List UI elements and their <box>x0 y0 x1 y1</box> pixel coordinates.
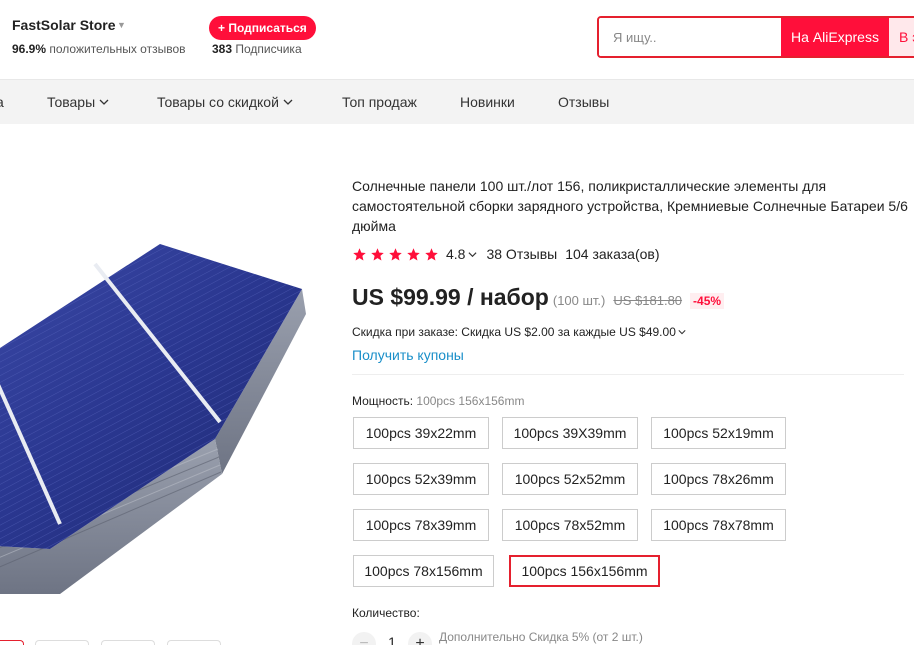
power-selected: 100pcs 156x156mm <box>416 394 525 408</box>
power-label-text: Мощность: <box>352 394 414 408</box>
size-option[interactable]: 100pcs 52x19mm <box>651 417 786 449</box>
solar-cell-illustration <box>0 244 306 594</box>
star-icon <box>389 247 402 260</box>
size-option[interactable]: 100pcs 78x52mm <box>502 509 638 541</box>
rating-row: 4.8 38 Отзывы 104 заказа(ов) <box>352 244 660 264</box>
price-unit: (100 шт.) <box>552 293 606 308</box>
price: US $99.99 / набор <box>352 284 549 310</box>
chevron-down-icon[interactable] <box>468 250 477 259</box>
quantity-discount-note: Дополнительно Скидка 5% (от 2 шт.) <box>439 630 643 644</box>
price-row: US $99.99 / набор (100 шт.) US $181.80 -… <box>352 284 725 314</box>
nav-item-discounted[interactable]: Товары со скидкой <box>157 80 293 124</box>
store-rating-percent: 96.9% <box>12 42 47 56</box>
subscribers-count: 383 Подписчика <box>212 42 302 56</box>
nav-item-top-sales[interactable]: Топ продаж <box>342 80 417 124</box>
size-option[interactable]: 100pcs 78x78mm <box>651 509 786 541</box>
nav-item-label: а <box>0 94 4 110</box>
thumbnail[interactable] <box>35 640 89 645</box>
store-nav: а Товары Товары со скидкой Топ продаж Но… <box>0 80 914 124</box>
size-option[interactable]: 100pcs 78x156mm <box>353 555 494 587</box>
subscribe-button[interactable]: + Подписаться <box>209 16 316 40</box>
store-rating-text: положительных отзывов <box>49 42 186 56</box>
size-option[interactable]: 100pcs 39x22mm <box>353 417 489 449</box>
star-icon <box>425 247 438 260</box>
subscribers-number: 383 <box>212 42 233 56</box>
chevron-down-icon <box>678 330 686 335</box>
size-option[interactable]: 100pcs 39X39mm <box>502 417 638 449</box>
discount-badge: -45% <box>690 293 725 309</box>
nav-item-label: Товары со скидкой <box>157 94 279 110</box>
nav-item-label: Отзывы <box>558 94 610 110</box>
size-option-selected[interactable]: 100pcs 156x156mm <box>509 555 660 587</box>
quantity-input[interactable]: 1 <box>384 634 400 645</box>
chevron-down-icon[interactable]: ▼ <box>117 20 126 30</box>
nav-item-reviews[interactable]: Отзывы <box>558 80 609 124</box>
chevron-down-icon <box>99 99 109 105</box>
search-aliexpress-button[interactable]: На AliExpress <box>781 18 889 56</box>
store-rating: 96.9% положительных отзывов <box>12 42 186 56</box>
search-box: На AliExpress В этом магазине <box>597 16 914 58</box>
nav-item-home[interactable]: а <box>0 80 4 124</box>
quantity-decrease-button[interactable]: − <box>352 632 376 645</box>
chevron-down-icon <box>283 99 293 105</box>
size-option[interactable]: 100pcs 78x26mm <box>651 463 786 495</box>
thumbnail[interactable] <box>167 640 221 645</box>
divider <box>352 374 904 375</box>
rating-stars <box>352 247 439 262</box>
star-icon <box>407 247 420 260</box>
nav-item-new[interactable]: Новинки <box>460 80 515 124</box>
nav-item-products[interactable]: Товары <box>47 80 109 124</box>
thumbnail[interactable] <box>0 640 24 645</box>
star-icon <box>371 247 384 260</box>
nav-item-label: Топ продаж <box>342 94 417 110</box>
search-store-button[interactable]: В этом магазине <box>889 18 914 56</box>
size-option[interactable]: 100pcs 52x39mm <box>353 463 489 495</box>
store-header: FastSolar Store ▼ 96.9% положительных от… <box>0 0 914 80</box>
size-option[interactable]: 100pcs 78x39mm <box>353 509 489 541</box>
thumbnail[interactable] <box>101 640 155 645</box>
order-discount[interactable]: Скидка при заказе: Скидка US $2.00 за ка… <box>352 325 686 339</box>
nav-item-label: Товары <box>47 94 96 110</box>
old-price: US $181.80 <box>613 293 683 308</box>
product-title: Солнечные панели 100 шт./лот 156, поликр… <box>352 178 908 234</box>
nav-item-label: Новинки <box>460 94 515 110</box>
size-option[interactable]: 100pcs 52x52mm <box>502 463 638 495</box>
orders-count: 104 заказа(ов) <box>565 246 660 262</box>
search-input[interactable] <box>599 18 781 56</box>
power-label: Мощность: 100pcs 156x156mm <box>352 394 524 408</box>
product-image[interactable] <box>0 124 330 624</box>
store-name[interactable]: FastSolar Store <box>12 17 115 33</box>
subscribers-text: Подписчика <box>235 42 302 56</box>
reviews-link[interactable]: 38 Отзывы <box>486 246 557 262</box>
star-icon <box>353 247 366 260</box>
rating-value[interactable]: 4.8 <box>446 246 465 262</box>
order-discount-text: Скидка при заказе: Скидка US $2.00 за ка… <box>352 325 676 339</box>
thumbnail-strip <box>0 640 330 645</box>
get-coupons-link[interactable]: Получить купоны <box>352 347 464 363</box>
quantity-increase-button[interactable]: + <box>408 632 432 645</box>
quantity-label: Количество: <box>352 606 420 620</box>
